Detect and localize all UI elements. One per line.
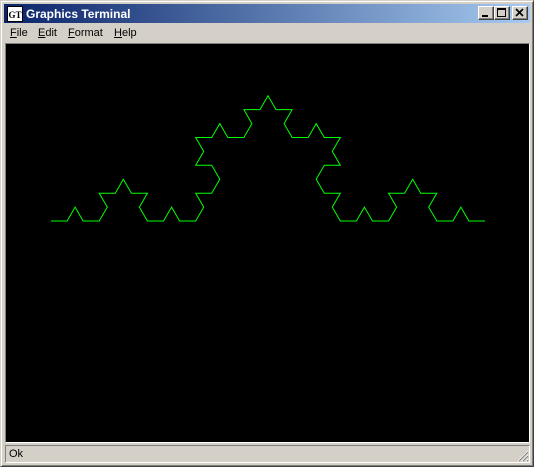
menu-file-label: ile [16, 27, 28, 39]
menu-help-mnemonic: H [114, 27, 122, 39]
menu-edit-label: dit [45, 27, 57, 39]
menu-help-label: elp [121, 27, 137, 39]
koch-curve-line [51, 94, 485, 222]
menu-file[interactable]: File [10, 27, 28, 40]
app-window: GT Graphics Terminal File Edit Format He… [0, 0, 534, 467]
maximize-icon [497, 8, 506, 17]
menu-format-mnemonic: F [68, 27, 75, 39]
window-title: Graphics Terminal [26, 7, 131, 21]
minimize-icon [482, 15, 488, 17]
menu-format-label: ormat [74, 27, 103, 39]
resize-grip-icon[interactable] [517, 450, 529, 462]
menu-format[interactable]: Format [68, 27, 103, 40]
status-text: Ok [9, 448, 24, 460]
status-bar: Ok [5, 445, 530, 463]
close-button[interactable] [512, 6, 528, 20]
minimize-button[interactable] [478, 6, 494, 20]
menu-edit[interactable]: Edit [38, 27, 57, 40]
menu-bar: File Edit Format Help [4, 24, 530, 42]
menu-file-mnemonic: F [10, 27, 17, 39]
graphics-canvas-frame [5, 43, 530, 443]
title-bar[interactable]: GT Graphics Terminal [4, 4, 530, 23]
menu-help[interactable]: Help [114, 27, 137, 40]
maximize-button[interactable] [494, 6, 510, 20]
graphics-canvas[interactable] [7, 45, 528, 441]
app-icon[interactable]: GT [7, 6, 23, 22]
koch-curve-drawing [51, 94, 485, 222]
close-icon [515, 8, 524, 17]
